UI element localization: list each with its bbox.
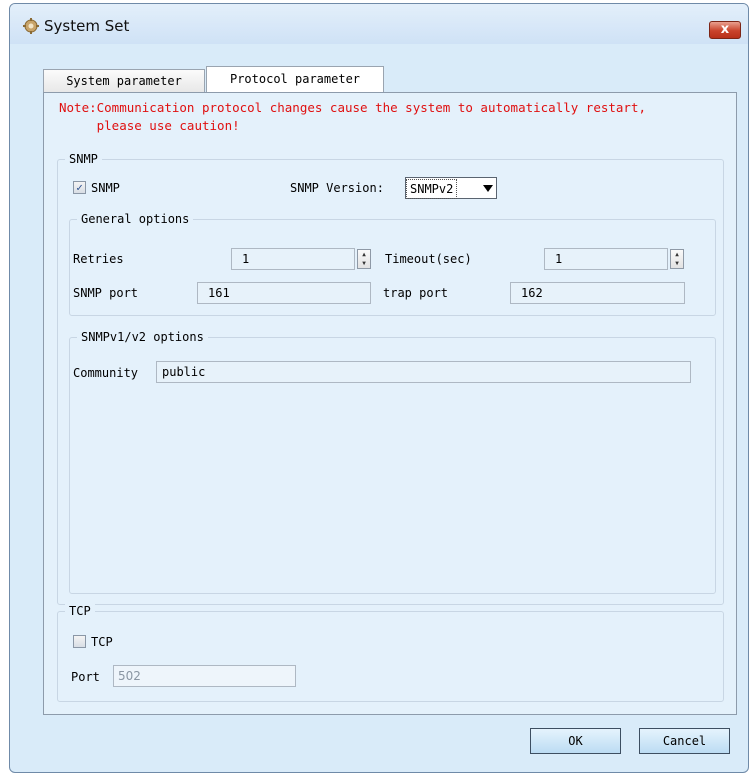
tcp-group-title: TCP [65,603,95,619]
retries-spinner[interactable]: ▲ ▼ [357,249,371,269]
dropdown-arrow-icon [483,185,493,192]
snmp-version-select[interactable]: SNMPv2 [405,177,497,199]
timeout-label: Timeout(sec) [385,252,472,266]
window-title: System Set [44,17,130,35]
snmp-port-input[interactable]: 161 [197,282,371,304]
general-options-title: General options [77,211,194,227]
snmp-group-title: SNMP [65,151,102,167]
snmp-v1v2-options-group: SNMPv1/v2 options Community public [69,329,716,594]
community-input[interactable]: public [156,361,691,383]
close-button[interactable]: x [709,21,741,39]
tcp-group: TCP TCP Port 502 [57,603,724,702]
timeout-input[interactable]: 1 [544,248,668,270]
tab-system-parameter[interactable]: System parameter [43,69,205,93]
trap-port-input[interactable]: 162 [510,282,685,304]
title-bar[interactable]: System Set x [10,4,748,44]
retries-input[interactable]: 1 [231,248,355,270]
snmp-checkbox[interactable]: ✓ [73,181,86,194]
snmp-group: SNMP ✓ SNMP SNMP Version: SNMPv2 General… [57,151,724,605]
snmp-version-label: SNMP Version: [290,181,384,195]
snmp-v1v2-options-title: SNMPv1/v2 options [77,329,208,345]
cancel-button[interactable]: Cancel [639,728,730,754]
settings-gear-icon [23,18,39,34]
tcp-port-label: Port [71,670,100,684]
protocol-parameter-panel: Note:Communication protocol changes caus… [43,92,737,715]
tab-protocol-parameter[interactable]: Protocol parameter [206,66,384,92]
tcp-checkbox-label: TCP [91,635,113,649]
snmp-port-label: SNMP port [73,286,139,300]
timeout-spinner[interactable]: ▲ ▼ [670,249,684,269]
snmp-version-value: SNMPv2 [406,179,458,199]
close-icon: x [720,22,730,37]
ok-button[interactable]: OK [530,728,621,754]
tcp-port-input[interactable]: 502 [113,665,296,687]
snmp-checkbox-label: SNMP [91,181,120,195]
retries-label: Retries [73,252,124,266]
system-set-dialog: System Set x System parameter Protocol p… [9,3,749,773]
tcp-checkbox[interactable] [73,635,86,648]
restart-warning-note: Note:Communication protocol changes caus… [59,100,646,133]
community-label: Community [73,366,139,380]
general-options-group: General options Retries 1 ▲ ▼ Timeout(sec… [69,211,716,316]
trap-port-label: trap port [383,286,449,300]
